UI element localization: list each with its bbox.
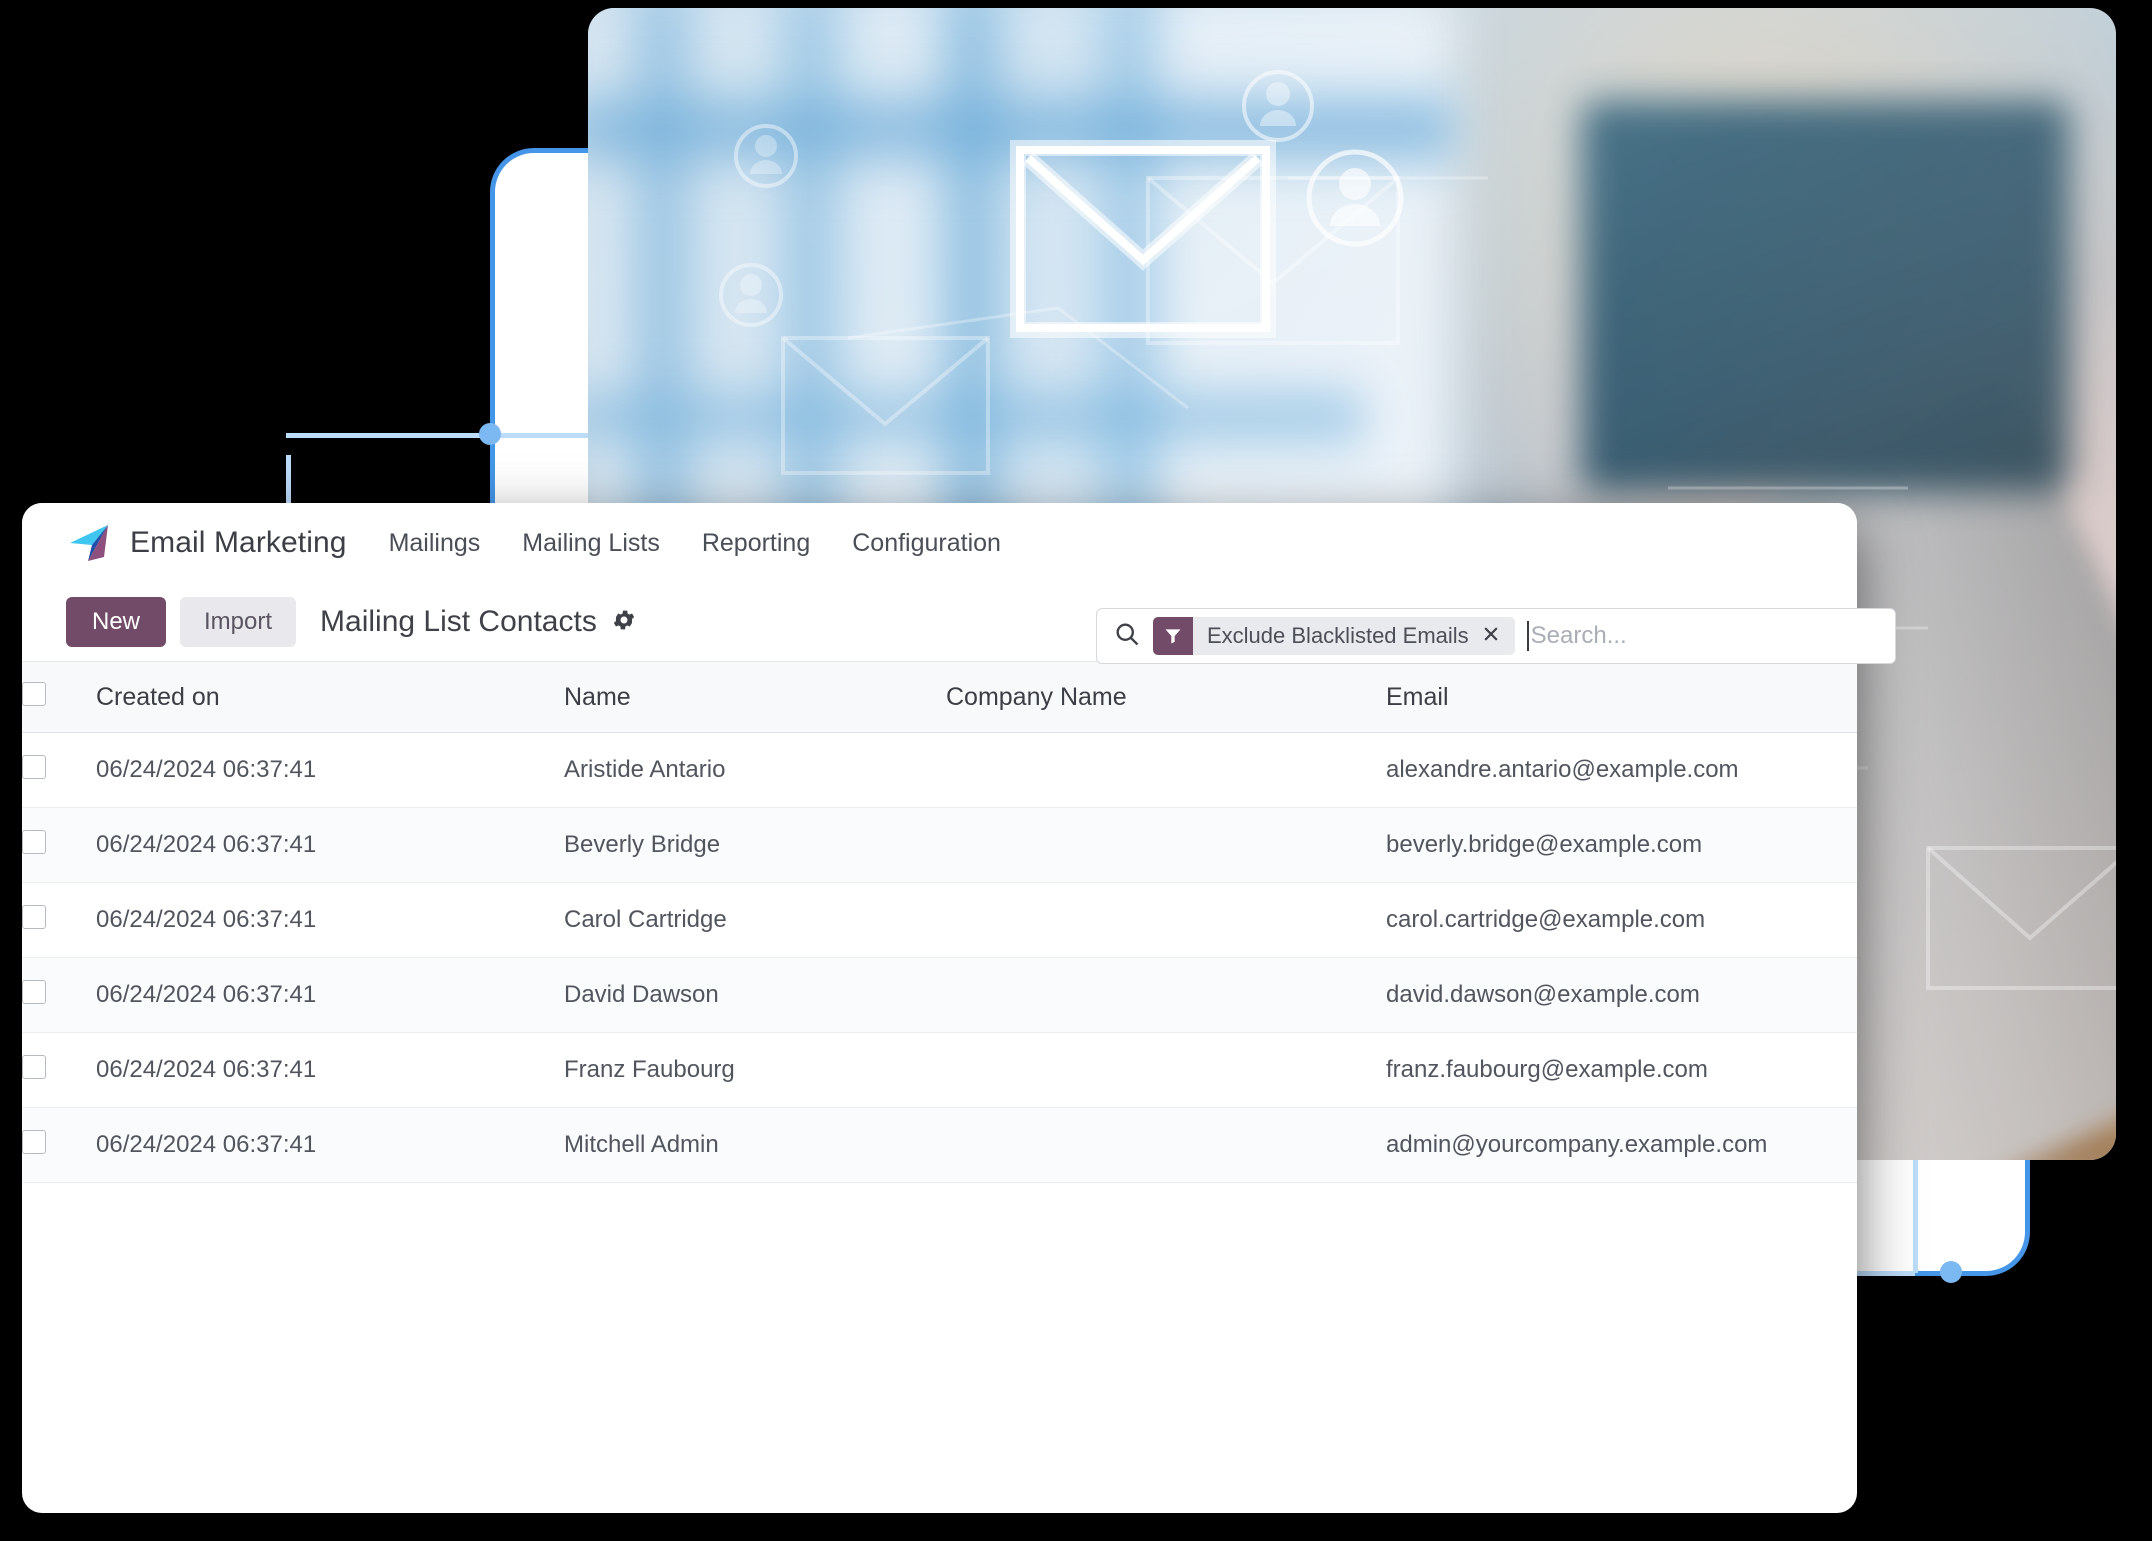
nav-item-configuration[interactable]: Configuration: [852, 529, 1001, 558]
table-body: 06/24/2024 06:37:41 Aristide Antario ale…: [22, 732, 1857, 1183]
cell-created-on: 06/24/2024 06:37:41: [96, 1032, 564, 1108]
cell-email: admin@yourcompany.example.com: [1386, 1107, 1857, 1183]
table-row[interactable]: 06/24/2024 06:37:41 Aristide Antario ale…: [22, 732, 1857, 808]
search-placeholder: Search...: [1530, 622, 1627, 649]
row-select-cell: [22, 1107, 96, 1183]
row-checkbox[interactable]: [22, 904, 46, 929]
cell-email: carol.cartridge@example.com: [1386, 882, 1857, 958]
cell-company-name: [946, 1107, 1386, 1183]
row-select-cell: [22, 1032, 96, 1108]
column-header-created-on[interactable]: Created on: [96, 661, 564, 733]
nav-item-mailing-lists[interactable]: Mailing Lists: [522, 529, 660, 558]
search-filter-facet[interactable]: Exclude Blacklisted Emails: [1153, 617, 1515, 655]
nav-item-mailings[interactable]: Mailings: [389, 529, 481, 558]
row-checkbox[interactable]: [22, 754, 46, 779]
table-row[interactable]: 06/24/2024 06:37:41 Franz Faubourg franz…: [22, 1032, 1857, 1108]
mailing-list-contacts-table: Created on Name Company Name Email 06/24…: [22, 661, 1857, 1183]
row-checkbox[interactable]: [22, 1129, 46, 1154]
row-select-cell: [22, 732, 96, 808]
row-select-cell: [22, 882, 96, 958]
cell-company-name: [946, 1032, 1386, 1108]
table-empty-area: [22, 1183, 1857, 1483]
filter-facet-label: Exclude Blacklisted Emails: [1207, 623, 1469, 648]
search-box[interactable]: Exclude Blacklisted Emails Search...: [1096, 608, 1896, 664]
table-header: Created on Name Company Name Email: [22, 661, 1857, 733]
cell-email: franz.faubourg@example.com: [1386, 1032, 1857, 1108]
column-header-company-name[interactable]: Company Name: [946, 661, 1386, 733]
paper-plane-icon: [70, 525, 108, 561]
cell-email: beverly.bridge@example.com: [1386, 807, 1857, 883]
nav-item-reporting[interactable]: Reporting: [702, 529, 810, 558]
row-checkbox[interactable]: [22, 979, 46, 1004]
row-select-cell: [22, 957, 96, 1033]
select-all-header: [22, 661, 96, 733]
row-checkbox[interactable]: [22, 829, 46, 854]
row-checkbox[interactable]: [22, 1054, 46, 1079]
cell-name: Mitchell Admin: [564, 1107, 946, 1183]
guide-dot-top-left: [479, 423, 501, 445]
cell-created-on: 06/24/2024 06:37:41: [96, 732, 564, 808]
column-header-name[interactable]: Name: [564, 661, 946, 733]
search-icon: [1113, 620, 1141, 653]
row-select-cell: [22, 807, 96, 883]
cell-created-on: 06/24/2024 06:37:41: [96, 1107, 564, 1183]
cell-created-on: 06/24/2024 06:37:41: [96, 807, 564, 883]
cell-email: david.dawson@example.com: [1386, 957, 1857, 1033]
guide-dot-bottom-right: [1940, 1261, 1962, 1283]
cell-created-on: 06/24/2024 06:37:41: [96, 882, 564, 958]
cell-company-name: [946, 882, 1386, 958]
cell-name: Carol Cartridge: [564, 882, 946, 958]
select-all-checkbox[interactable]: [22, 681, 46, 706]
table-row[interactable]: 06/24/2024 06:37:41 David Dawson david.d…: [22, 957, 1857, 1033]
table-row[interactable]: 06/24/2024 06:37:41 Carol Cartridge caro…: [22, 882, 1857, 958]
main-envelope-icon: [1010, 140, 1276, 338]
table-header-row: Created on Name Company Name Email: [22, 661, 1857, 733]
top-navigation-bar: Email Marketing Mailings Mailing Lists R…: [22, 503, 1857, 583]
text-caret: [1526, 621, 1529, 651]
gear-icon[interactable]: [611, 607, 637, 638]
screenshot-stage: Email Marketing Mailings Mailing Lists R…: [0, 0, 2152, 1541]
new-button[interactable]: New: [66, 597, 167, 647]
cell-name: David Dawson: [564, 957, 946, 1033]
table-row[interactable]: 06/24/2024 06:37:41 Mitchell Admin admin…: [22, 1107, 1857, 1183]
column-header-email[interactable]: Email: [1386, 661, 1857, 733]
import-button[interactable]: Import: [180, 597, 297, 647]
search-input[interactable]: Search...: [1526, 617, 1885, 655]
cell-created-on: 06/24/2024 06:37:41: [96, 957, 564, 1033]
filter-funnel-icon: [1153, 617, 1193, 655]
cell-name: Beverly Bridge: [564, 807, 946, 883]
cell-company-name: [946, 732, 1386, 808]
brand-name: Email Marketing: [130, 526, 347, 559]
cell-name: Aristide Antario: [564, 732, 946, 808]
table-row[interactable]: 06/24/2024 06:37:41 Beverly Bridge bever…: [22, 807, 1857, 883]
cell-company-name: [946, 807, 1386, 883]
close-x-icon[interactable]: [1481, 624, 1515, 648]
cell-email: alexandre.antario@example.com: [1386, 732, 1857, 808]
page-title: Mailing List Contacts: [320, 605, 597, 638]
cell-name: Franz Faubourg: [564, 1032, 946, 1108]
cell-company-name: [946, 957, 1386, 1033]
